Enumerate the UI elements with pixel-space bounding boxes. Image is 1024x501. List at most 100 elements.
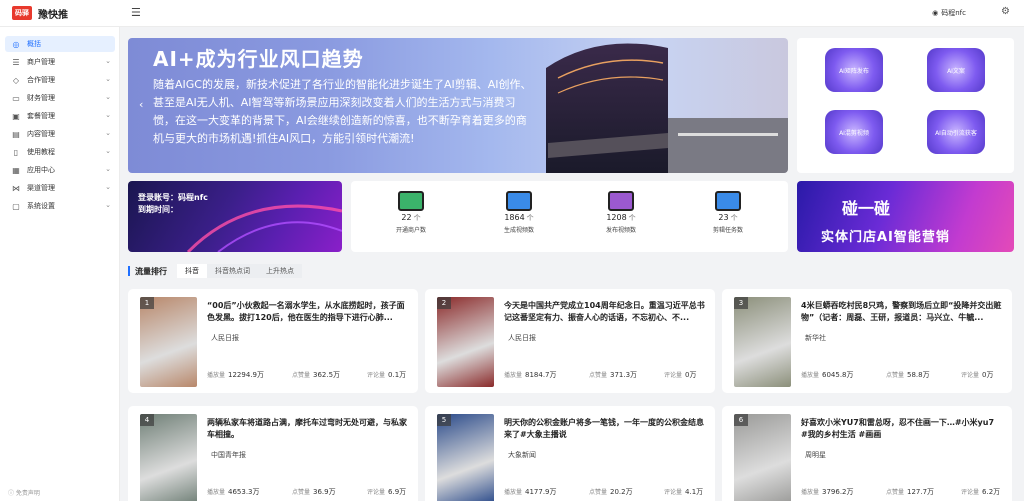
sidebar-item-label: 财务管理 [27,94,55,102]
app-icon: ▦ [12,165,20,175]
user-menu[interactable]: ◉ 码程nfc [932,8,966,18]
sidebar-item-9[interactable]: ▢ 系统设置 ⌄ [5,198,115,214]
sidebar-item-label: 渠道管理 [27,184,55,192]
comment-count: 评论量 0.1万 [367,371,407,379]
rank-badge: 4 [140,414,154,426]
tab-rising[interactable]: 上升热点 [258,264,302,278]
ad-title: 碰一碰 [842,199,891,218]
brand-name: 豫快推 [38,10,68,21]
rank-badge: 1 [140,297,154,309]
sidebar-item-label: 商户管理 [27,58,55,66]
chevron-down-icon: ⌄ [105,93,111,101]
ranking-card[interactable]: 3 4米巨蟒吞吃村民8只鸡，警察到场后立即“投降并交出赃物”（记者：周磊、王研，报… [722,289,1012,393]
video-thumbnail[interactable]: 1 [140,297,197,387]
stat-edit-tasks: 23 个 剪辑任务数 [678,191,778,234]
chevron-down-icon: ⌄ [105,183,111,191]
sidebar-item-label: 概括 [27,40,41,48]
gear-icon[interactable]: ⚙ [1001,6,1010,17]
tile-ai-copy[interactable]: AI文案 [927,48,985,92]
banner-text: 随着AIGC的发展，新技术促进了各行业的智能化进步诞生了AI剪辑、AI创作、甚至… [153,78,532,145]
video-thumbnail[interactable]: 6 [734,414,791,501]
play-count: 播放量 6045.8万 [801,371,854,379]
sidebar-item-6[interactable]: ▯ 使用教程 ⌄ [5,144,115,160]
video-thumbnail[interactable]: 3 [734,297,791,387]
tab-douyin[interactable]: 抖音 [177,264,207,278]
tab-douyin-hotwords[interactable]: 抖音热点词 [207,264,258,278]
channel-icon: ⋈ [12,183,20,193]
stats-panel: 22 个 开通商户数 1864 个 生成视频数 1208 个 发布视频数 23 个 剪辑… [351,181,788,252]
sidebar-item-3[interactable]: ▭ 财务管理 ⌄ [5,90,115,106]
sidebar-item-label: 内容管理 [27,130,55,138]
like-count: 点赞量 371.3万 [589,371,638,379]
comment-count: 评论量 4.1万 [664,488,704,496]
video-thumbnail[interactable]: 4 [140,414,197,501]
card-title[interactable]: “00后”小伙救起一名溺水学生，从水底捞起时，孩子面色发黑。拔打120后，他在医… [207,300,409,324]
sidebar-item-label: 套餐管理 [27,112,55,120]
sidebar-item-8[interactable]: ⋈ 渠道管理 ⌄ [5,180,115,196]
chevron-down-icon: ⌄ [105,57,111,65]
tile-ai-matrix[interactable]: AI矩阵发布 [825,48,883,92]
tile-ai-leads[interactable]: AI自动引流获客 [927,110,985,154]
chevron-down-icon: ⌄ [105,147,111,155]
card-title[interactable]: 4米巨蟒吞吃村民8只鸡，警察到场后立即“投降并交出赃物”（记者：周磊、王研，报道… [801,300,1003,324]
user-name: 码程nfc [941,9,966,17]
like-count: 点赞量 36.9万 [292,488,336,496]
comment-count: 评论量 0万 [961,371,994,379]
video-thumbnail[interactable]: 5 [437,414,494,501]
menu-toggle-icon[interactable]: ☰ [131,6,141,19]
chevron-down-icon: ⌄ [105,201,111,209]
like-count: 点赞量 20.2万 [589,488,633,496]
sidebar-item-label: 使用教程 [27,148,55,156]
handshake-icon: ◇ [12,75,20,85]
sidebar-item-7[interactable]: ▦ 应用中心 ⌄ [5,162,115,178]
promo-banner: ‹ AI+成为行业风口趋势 随着AIGC的发展，新技术促进了各行业的智能化进步诞… [128,38,788,173]
card-source: 人民日报 [211,334,239,342]
play-count: 播放量 4177.9万 [504,488,557,496]
publish-board-icon [608,191,634,211]
like-count: 点赞量 362.5万 [292,371,341,379]
sidebar-item-5[interactable]: ▤ 内容管理 ⌄ [5,126,115,142]
like-count: 点赞量 58.8万 [886,371,930,379]
account-card: 登录账号：码程nfc 到期时间： [128,181,342,252]
chevron-down-icon: ⌄ [105,165,111,173]
section-title: 流量排行 [135,266,167,276]
ranking-card[interactable]: 6 好喜欢小米YU7和雷总呀，忍不住画一下…#小米yu7 #我的乡村生活 #画画周… [722,406,1012,501]
brand-logo: 码驿 [12,6,32,20]
chevron-down-icon: ⌄ [105,111,111,119]
card-source: 人民日报 [508,334,536,342]
card-title[interactable]: 明天你的公积金账户将多一笔钱，一年一度的公积金结息来了#大象主播说 [504,417,706,441]
prev-arrow-icon[interactable]: ‹ [139,98,143,111]
account-login: 登录账号：码程nfc [138,193,208,202]
card-source: 中国青年报 [211,451,246,459]
sidebar-item-1[interactable]: ☰ 商户管理 ⌄ [5,54,115,70]
video-thumbnail[interactable]: 2 [437,297,494,387]
wallet-icon: ▭ [12,93,20,103]
dashboard-icon: ◎ [12,39,20,49]
sidebar-item-4[interactable]: ▣ 套餐管理 ⌄ [5,108,115,124]
card-title[interactable]: 好喜欢小米YU7和雷总呀，忍不住画一下…#小米yu7 #我的乡村生活 #画画 [801,417,1003,441]
card-title[interactable]: 两辆私家车将道路占满，摩托车过弯时无处可避，与私家车相撞。 [207,417,409,441]
tap-marketing-ad[interactable]: 碰一碰 实体门店AI智能营销 [797,181,1014,252]
play-count: 播放量 3796.2万 [801,488,854,496]
ranking-card[interactable]: 1 “00后”小伙救起一名溺水学生，从水底捞起时，孩子面色发黑。拔打120后，他在… [128,289,418,393]
chevron-down-icon: ⌄ [105,129,111,137]
ranking-card[interactable]: 5 明天你的公积金账户将多一笔钱，一年一度的公积金结息来了#大象主播说 大象新闻 播放… [425,406,715,501]
ranking-card[interactable]: 2 今天是中国共产党成立104周年纪念日。重温习近平总书记这番坚定有力、振奋人心的… [425,289,715,393]
user-icon: ◉ [932,9,939,17]
ranking-card[interactable]: 4 两辆私家车将道路占满，摩托车过弯时无处可避，与私家车相撞。 中国青年报 播放量 46… [128,406,418,501]
content-icon: ▤ [12,129,20,139]
stat-generated: 1864 个 生成视频数 [469,191,569,234]
settings-icon: ▢ [12,201,20,211]
sidebar: ⓘ 免责声明 ◎ 概括 ☰ 商户管理 ⌄ ◇ 合作管理 ⌄ ▭ 财务管理 ⌄ ▣ 套餐管理 ⌄ ▤ 内容管理 ⌄… [0,27,120,501]
traffic-ranking-header: 流量排行 抖音 抖音热点词 上升热点 [128,263,302,279]
sidebar-item-2[interactable]: ◇ 合作管理 ⌄ [5,72,115,88]
sidebar-item-0[interactable]: ◎ 概括 [5,36,115,52]
comment-count: 评论量 0万 [664,371,697,379]
card-title[interactable]: 今天是中国共产党成立104周年纪念日。重温习近平总书记这番坚定有力、振奋人心的话… [504,300,706,324]
sidebar-item-label: 应用中心 [27,166,55,174]
tile-ai-video[interactable]: AI混剪视频 [825,110,883,154]
play-count: 播放量 12294.9万 [207,371,264,379]
disclaimer-link[interactable]: ⓘ 免责声明 [8,488,40,497]
rank-badge: 2 [437,297,451,309]
rank-badge: 5 [437,414,451,426]
